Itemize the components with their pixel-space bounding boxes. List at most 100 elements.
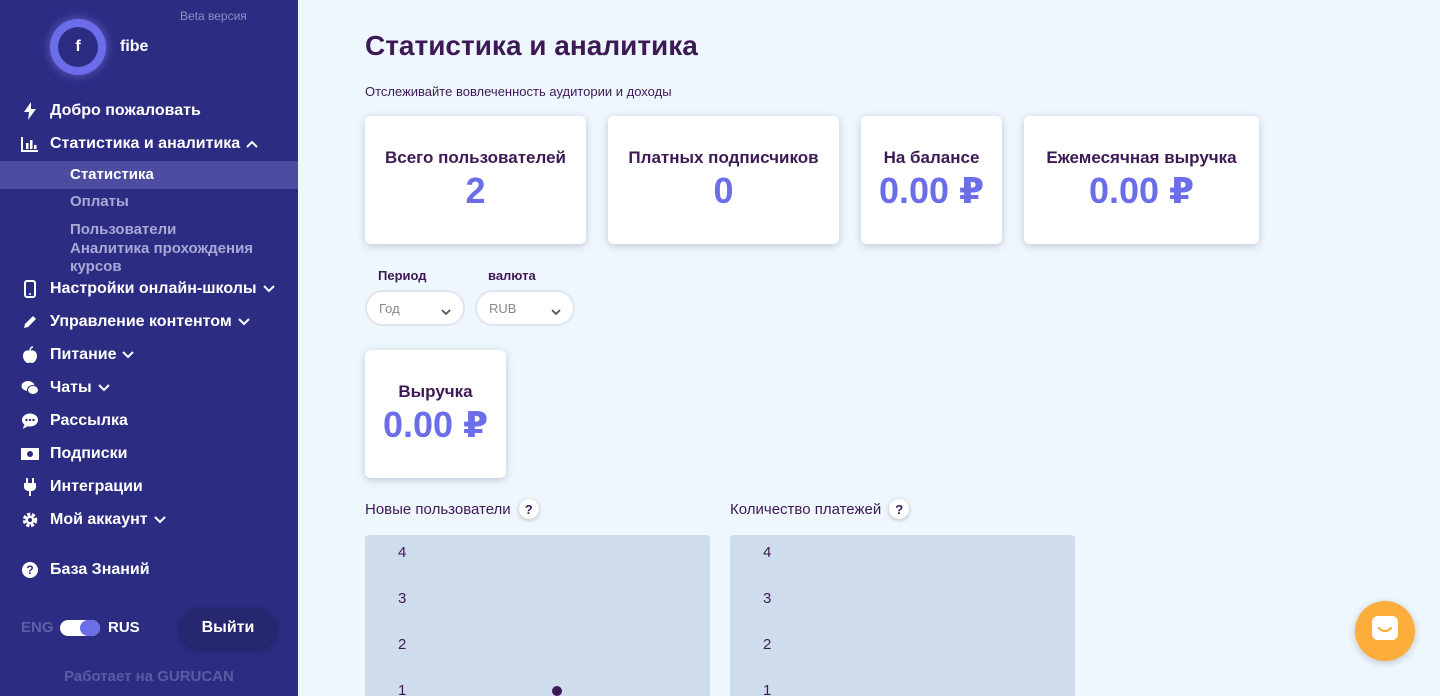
chevron-down-icon: [237, 313, 250, 331]
avatar[interactable]: f: [58, 27, 98, 67]
stat-card-value: 0.00 ₽: [1088, 170, 1195, 211]
sidebar: Beta версия f fibe Добро пожаловать Стат…: [0, 0, 298, 696]
chevron-down-icon: [262, 280, 275, 298]
chevron-down-icon: [122, 346, 135, 364]
y-tick-label: 3: [763, 590, 772, 607]
powered-by: Работает на GURUCAN: [64, 668, 234, 685]
sidebar-item-label: Интеграции: [50, 478, 143, 495]
sidebar-item-label: Управление контентом: [50, 313, 232, 331]
question-circle-icon: ?: [20, 560, 40, 580]
sidebar-subitem-course-analytics[interactable]: Аналитика прохождения курсов: [0, 240, 298, 276]
bar-chart-icon: [20, 134, 40, 154]
sidebar-subitem-payments[interactable]: Оплаты: [0, 193, 298, 213]
sidebar-item-subscriptions[interactable]: Подписки: [0, 440, 298, 468]
sidebar-subitem-label: Аналитика прохождения курсов: [70, 240, 254, 275]
money-icon: [20, 444, 40, 464]
sidebar-item-label: Статистика и аналитика: [50, 135, 241, 153]
period-select-value: Год: [379, 300, 400, 316]
sidebar-item-welcome[interactable]: Добро пожаловать: [0, 97, 298, 125]
sidebar-item-label: Мой аккаунт: [50, 511, 148, 529]
sidebar-item-label: Настройки онлайн-школы: [50, 280, 257, 298]
help-icon[interactable]: ?: [518, 499, 539, 519]
chat-icon: [1370, 614, 1400, 649]
stat-card-label: Выручка: [398, 382, 473, 401]
chevron-down-icon: [551, 304, 561, 319]
page-subtitle: Отслеживайте вовлеченность аудитории и д…: [365, 84, 672, 99]
stat-card-value: 0: [713, 170, 734, 211]
phone-icon: [20, 279, 40, 299]
stat-card-monthly-revenue: Ежемесячная выручка 0.00 ₽: [1024, 116, 1259, 244]
lang-rus[interactable]: RUS: [108, 619, 140, 636]
sidebar-item-chats[interactable]: Чаты: [0, 374, 298, 402]
svg-text:?: ?: [26, 563, 33, 577]
new-users-chart-title: Новые пользователи ?: [365, 499, 539, 519]
sidebar-item-integrations[interactable]: Интеграции: [0, 473, 298, 501]
currency-select[interactable]: RUB: [475, 290, 575, 326]
sidebar-item-content[interactable]: Управление контентом: [0, 308, 298, 336]
chevron-down-icon: [153, 511, 166, 529]
stat-card-total-users: Всего пользователей 2: [365, 116, 586, 244]
data-point: [552, 686, 562, 696]
y-tick-label: 1: [763, 682, 772, 696]
sidebar-item-statistics[interactable]: Статистика и аналитика: [0, 130, 298, 158]
y-tick-label: 2: [398, 636, 407, 653]
chevron-down-icon: [97, 379, 110, 397]
y-tick-label: 4: [763, 544, 772, 561]
period-select[interactable]: Год: [365, 290, 465, 326]
sidebar-item-label: Добро пожаловать: [50, 102, 201, 119]
y-tick-label: 4: [398, 544, 407, 561]
sidebar-item-label: Чаты: [50, 379, 92, 397]
stat-card-label: Всего пользователей: [385, 148, 566, 167]
period-label: Период: [378, 268, 427, 283]
sidebar-item-label: Рассылка: [50, 412, 128, 429]
lang-eng[interactable]: ENG: [21, 619, 54, 636]
sidebar-subitem-label: Пользователи: [70, 221, 177, 238]
help-icon[interactable]: ?: [889, 499, 910, 519]
stat-card-revenue: Выручка 0.00 ₽: [365, 350, 506, 478]
payments-chart-title: Количество платежей ?: [730, 499, 910, 519]
stat-card-label: Платных подписчиков: [628, 148, 819, 167]
sidebar-item-account[interactable]: Мой аккаунт: [0, 506, 298, 534]
payments-chart: 4 3 2 1: [730, 535, 1075, 696]
message-icon: [20, 411, 40, 431]
chart-title-text: Количество платежей: [730, 500, 882, 518]
chat-bubbles-icon: [20, 378, 40, 398]
sidebar-subitem-label: Оплаты: [70, 193, 129, 210]
beta-label: Beta версия: [180, 9, 247, 23]
chevron-down-icon: [441, 304, 451, 319]
sidebar-item-mailing[interactable]: Рассылка: [0, 407, 298, 435]
gear-icon: [20, 510, 40, 530]
currency-select-value: RUB: [489, 300, 517, 316]
stat-card-value: 0.00 ₽: [382, 404, 489, 445]
currency-label: валюта: [488, 268, 536, 283]
language-toggle-knob[interactable]: [80, 620, 100, 636]
plug-icon: [20, 477, 40, 497]
apple-icon: [20, 345, 40, 365]
sidebar-subitem-users[interactable]: Пользователи: [0, 221, 298, 241]
pencil-icon: [20, 312, 40, 332]
stat-card-value: 0.00 ₽: [878, 170, 985, 211]
logout-button[interactable]: Выйти: [179, 608, 277, 648]
sidebar-item-knowledge-base[interactable]: ? База Знаний: [0, 556, 298, 584]
stat-card-value: 2: [465, 170, 486, 211]
sidebar-item-nutrition[interactable]: Питание: [0, 341, 298, 369]
stat-card-balance: На балансе 0.00 ₽: [861, 116, 1002, 244]
sidebar-item-label: Питание: [50, 346, 117, 364]
bolt-icon: [20, 101, 40, 121]
sidebar-item-school-settings[interactable]: Настройки онлайн-школы: [0, 275, 298, 303]
y-tick-label: 2: [763, 636, 772, 653]
support-chat-button[interactable]: [1355, 601, 1415, 661]
chart-title-text: Новые пользователи: [365, 500, 511, 518]
page-title: Статистика и аналитика: [365, 30, 698, 61]
sidebar-subitem-label: Статистика: [70, 166, 154, 183]
new-users-chart: 4 3 2 1: [365, 535, 710, 696]
sidebar-item-label: База Знаний: [50, 561, 150, 578]
sidebar-item-label: Подписки: [50, 445, 128, 462]
y-tick-label: 3: [398, 590, 407, 607]
chevron-up-icon: [246, 135, 258, 153]
sidebar-subitem-statistics[interactable]: Статистика: [0, 161, 298, 189]
stat-card-paid-subscribers: Платных подписчиков 0: [608, 116, 839, 244]
username[interactable]: fibe: [120, 38, 148, 56]
stat-card-label: Ежемесячная выручка: [1046, 148, 1237, 167]
y-tick-label: 1: [398, 682, 407, 696]
